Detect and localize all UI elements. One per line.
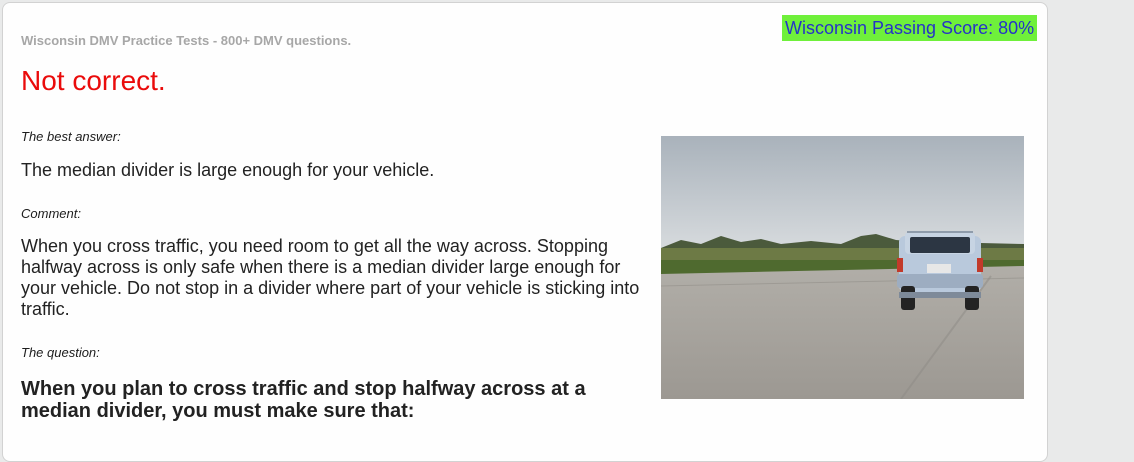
question-label: The question: <box>21 345 100 360</box>
question-text: When you plan to cross traffic and stop … <box>21 378 586 422</box>
question-photo <box>661 136 1024 399</box>
comment-label: Comment: <box>21 206 81 221</box>
result-card: Wisconsin DMV Practice Tests - 800+ DMV … <box>2 2 1048 462</box>
best-answer-text: The median divider is large enough for y… <box>21 160 435 180</box>
passing-score-badge: Wisconsin Passing Score: 80% <box>782 15 1038 41</box>
result-verdict: Not correct. <box>21 65 166 96</box>
comment-text: When you cross traffic, you need room to… <box>21 236 640 319</box>
best-answer-label: The best answer: <box>21 129 121 144</box>
site-subtitle: Wisconsin DMV Practice Tests - 800+ DMV … <box>21 33 352 48</box>
